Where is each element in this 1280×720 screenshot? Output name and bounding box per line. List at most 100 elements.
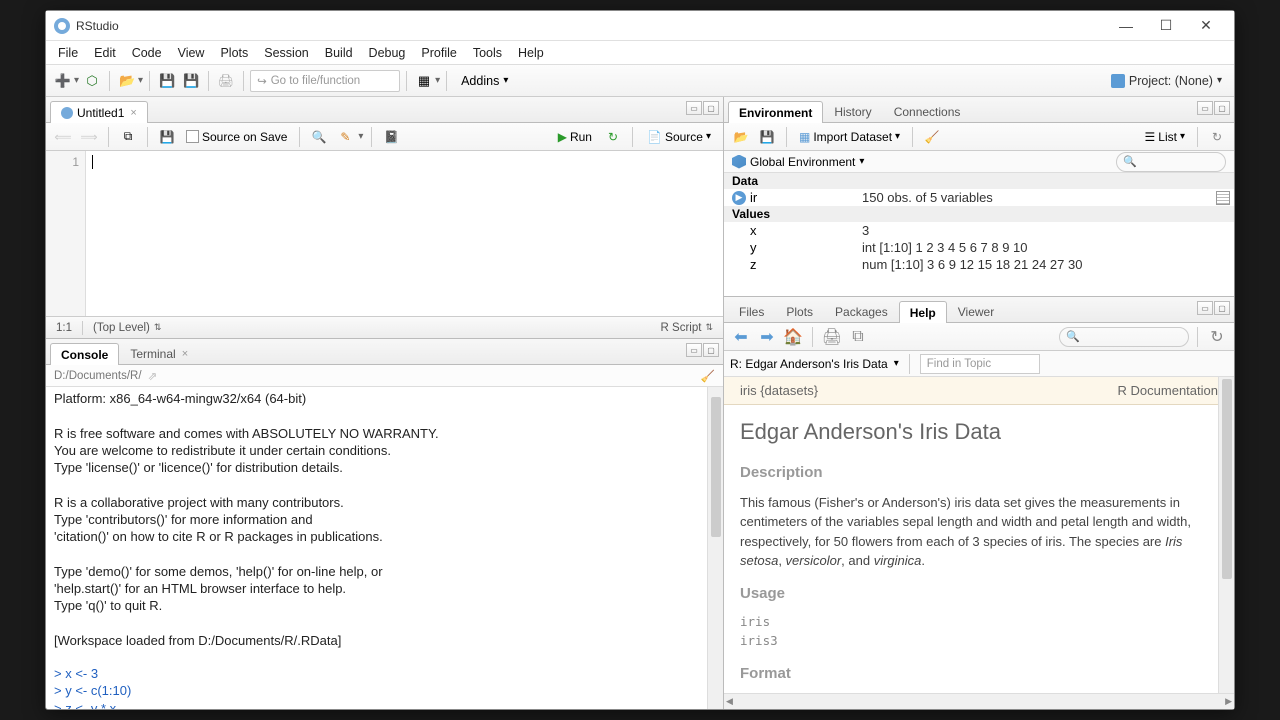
rerun-button[interactable]: ↻ [602,126,624,148]
help-maximize[interactable]: ▢ [1214,301,1230,315]
help-topic-bar: R: Edgar Anderson's Iris Data▾ Find in T… [724,351,1234,377]
env-view-dropdown[interactable]: ☰ List▾ [1141,128,1189,146]
help-viewer[interactable]: iris {datasets} R Documentation Edgar An… [724,377,1234,709]
menubar: File Edit Code View Plots Session Build … [46,41,1234,65]
grid-dropdown[interactable]: ▾ [435,75,440,86]
help-search-input[interactable]: 🔍 [1059,327,1189,347]
menu-debug[interactable]: Debug [361,43,414,63]
source-statusbar: 1:1 (Top Level)⇅ R Script⇅ [46,316,723,338]
save-source-button[interactable]: 💾 [156,126,178,148]
back-icon[interactable]: ⟸ [52,126,74,148]
help-minimize[interactable]: ▭ [1197,301,1213,315]
console-output[interactable]: Platform: x86_64-w64-mingw32/x64 (64-bit… [46,387,723,709]
expand-icon[interactable]: ▶ [732,191,746,205]
help-print-icon[interactable]: 🖨 [821,326,843,348]
clear-env-icon[interactable]: 🧹 [921,126,943,148]
new-file-button[interactable]: ➕ [52,70,74,92]
menu-help[interactable]: Help [510,43,552,63]
scope-dropdown[interactable]: (Top Level)⇅ [93,322,161,334]
popout-icon[interactable]: ⧉ [117,126,139,148]
env-maximize[interactable]: ▢ [1214,101,1230,115]
source-tabs: Untitled1 × ▭ ▢ [46,97,723,123]
wand-icon[interactable]: ✎ [334,126,356,148]
source-minimize[interactable]: ▭ [686,101,702,115]
env-search-input[interactable]: 🔍 [1116,152,1226,172]
view-data-icon[interactable] [1216,191,1230,205]
forward-icon[interactable]: ⟹ [78,126,100,148]
refresh-env-icon[interactable]: ↻ [1206,126,1228,148]
goto-file-input[interactable]: ↪Go to file/function [250,70,400,92]
menu-profile[interactable]: Profile [413,43,464,63]
menu-code[interactable]: Code [124,43,170,63]
save-workspace-icon[interactable]: 💾 [756,126,778,148]
help-topic-title[interactable]: R: Edgar Anderson's Iris Data [730,357,888,371]
terminal-close-icon[interactable]: × [182,348,188,360]
addins-dropdown[interactable]: Addins▾ [453,72,516,90]
console-popout-icon[interactable]: ⇗ [148,369,158,383]
wand-dropdown[interactable]: ▾ [358,131,363,142]
new-project-button[interactable]: ⬡ [81,70,103,92]
help-back-icon[interactable]: ⬅ [730,326,752,348]
menu-plots[interactable]: Plots [212,43,256,63]
editor-gutter: 1 [46,151,86,316]
project-dropdown[interactable]: Project: (None)▾ [1105,74,1228,88]
help-popout-icon[interactable]: ⧉ [847,326,869,348]
tab-connections[interactable]: Connections [883,100,972,122]
env-row-z[interactable]: z num [1:10] 3 6 9 12 15 18 21 24 27 30 [724,256,1234,273]
menu-file[interactable]: File [50,43,86,63]
env-scope-dropdown[interactable]: Global Environment▾ 🔍 [724,151,1234,173]
new-file-dropdown[interactable]: ▾ [74,75,79,86]
help-forward-icon[interactable]: ➡ [756,326,778,348]
menu-build[interactable]: Build [317,43,361,63]
grid-button[interactable]: ▦ [413,70,435,92]
env-row-x[interactable]: x 3 [724,222,1234,239]
env-minimize[interactable]: ▭ [1197,101,1213,115]
env-row-y[interactable]: y int [1:10] 1 2 3 4 5 6 7 8 9 10 [724,239,1234,256]
close-tab-icon[interactable]: × [130,107,136,119]
tab-console[interactable]: Console [50,343,119,365]
tab-help[interactable]: Help [899,301,947,323]
console-scrollbar[interactable] [707,387,723,709]
help-home-icon[interactable]: 🏠 [782,326,804,348]
save-all-button[interactable]: 💾 [180,70,202,92]
open-file-button[interactable]: 📂 [116,70,138,92]
source-toolbar: ⟸ ⟹ ⧉ 💾 Source on Save 🔍 ✎ ▾ 📓 ▶Run ↻ [46,123,723,151]
working-dir[interactable]: D:/Documents/R/ [54,370,142,382]
console-maximize[interactable]: ▢ [703,343,719,357]
print-button[interactable]: 🖨 [215,70,237,92]
run-button[interactable]: ▶Run [552,128,598,146]
maximize-button[interactable]: ☐ [1146,12,1186,40]
source-tab-untitled1[interactable]: Untitled1 × [50,101,148,123]
tab-files[interactable]: Files [728,300,775,322]
help-scrollbar-h[interactable]: ◀▶ [724,693,1234,709]
find-in-topic-input[interactable]: Find in Topic [920,354,1040,374]
tab-history[interactable]: History [823,100,882,122]
compile-report-button[interactable]: 📓 [380,126,402,148]
source-on-save-checkbox[interactable]: Source on Save [182,128,291,146]
refresh-help-icon[interactable]: ↻ [1206,326,1228,348]
open-recent-dropdown[interactable]: ▾ [138,75,143,86]
load-workspace-icon[interactable]: 📂 [730,126,752,148]
menu-edit[interactable]: Edit [86,43,124,63]
minimize-button[interactable]: — [1106,12,1146,40]
menu-view[interactable]: View [170,43,213,63]
source-maximize[interactable]: ▢ [703,101,719,115]
code-editor[interactable] [86,151,723,316]
tab-environment[interactable]: Environment [728,101,823,123]
tab-packages[interactable]: Packages [824,300,899,322]
close-button[interactable]: ✕ [1186,12,1226,40]
console-minimize[interactable]: ▭ [686,343,702,357]
source-button[interactable]: 📄Source▾ [641,128,717,146]
import-dataset-dropdown[interactable]: ▦Import Dataset▾ [795,128,904,146]
tab-terminal[interactable]: Terminal× [119,342,199,364]
menu-session[interactable]: Session [256,43,316,63]
language-dropdown[interactable]: R Script⇅ [661,322,713,334]
clear-console-icon[interactable]: 🧹 [701,369,715,383]
env-row-ir[interactable]: ▶ir 150 obs. of 5 variables [724,189,1234,206]
tab-viewer[interactable]: Viewer [947,300,1005,322]
save-button[interactable]: 💾 [156,70,178,92]
menu-tools[interactable]: Tools [465,43,510,63]
find-icon[interactable]: 🔍 [308,126,330,148]
tab-plots[interactable]: Plots [775,300,824,322]
help-scrollbar-v[interactable] [1218,377,1234,709]
